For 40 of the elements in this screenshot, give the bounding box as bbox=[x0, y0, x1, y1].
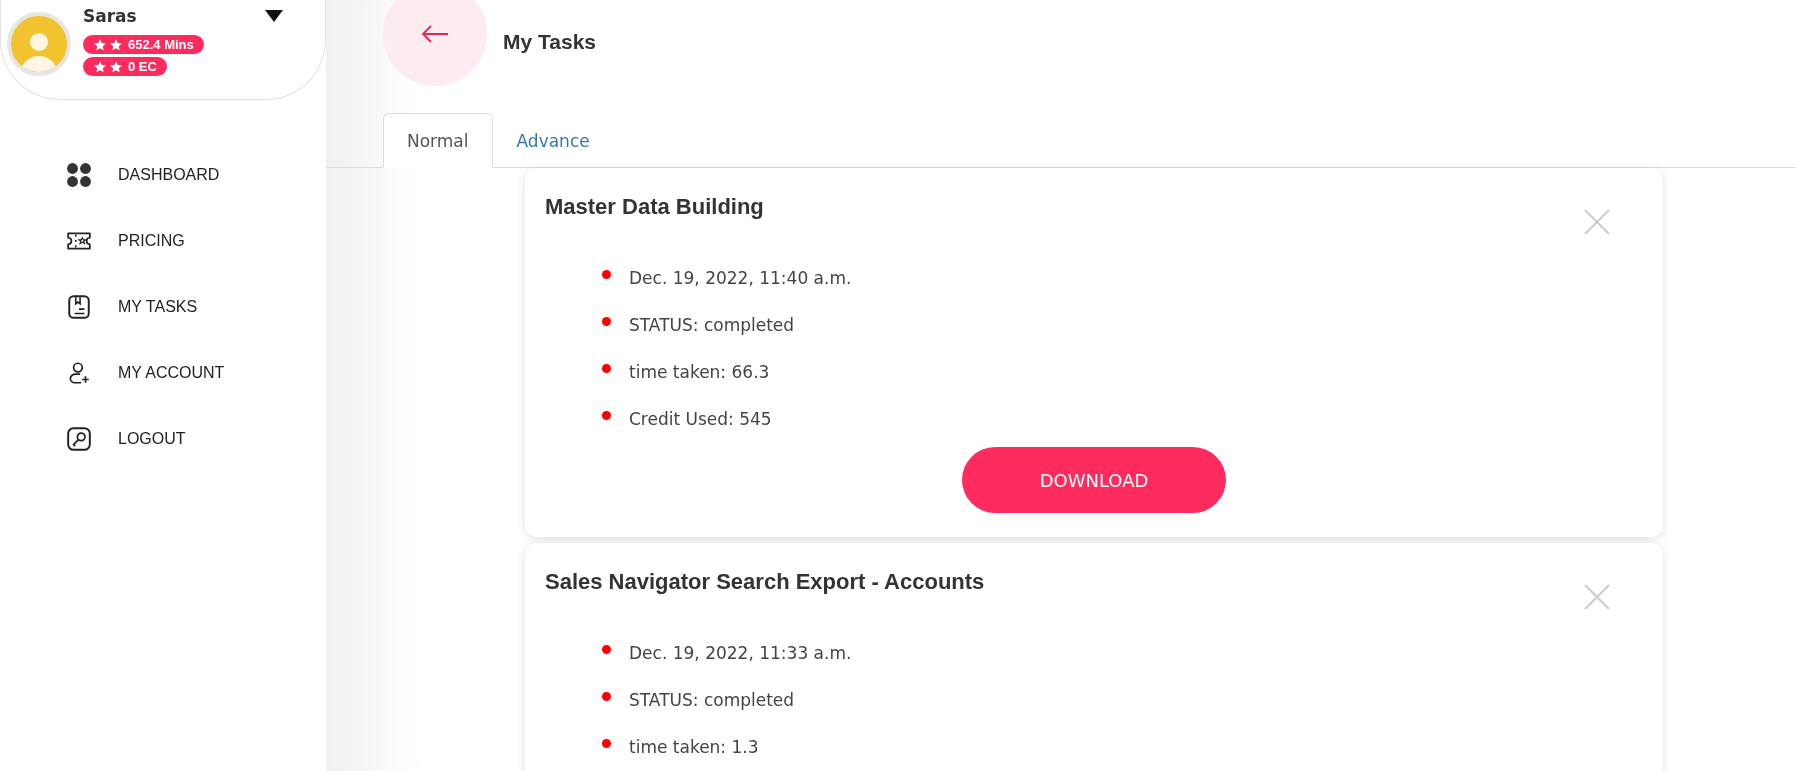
nav-item[interactable]: PRICING bbox=[66, 228, 326, 254]
task-title: Sales Navigator Search Export - Accounts bbox=[545, 569, 986, 595]
close-icon[interactable] bbox=[1583, 208, 1611, 236]
user-name: Saras bbox=[83, 6, 137, 26]
credit-badge: 652.4 Mins bbox=[83, 35, 204, 54]
nav-item[interactable]: DASHBOARD bbox=[66, 162, 326, 188]
task-detail: time taken: 1.3 bbox=[629, 737, 759, 757]
task-detail: Dec. 19, 2022, 11:40 a.m. bbox=[629, 268, 852, 288]
star-icon bbox=[109, 59, 123, 74]
caret-icon[interactable] bbox=[265, 10, 283, 22]
account-icon bbox=[66, 360, 92, 386]
star-icon bbox=[109, 37, 123, 52]
tasks-icon bbox=[66, 294, 92, 320]
bullet-dot bbox=[602, 270, 611, 279]
bullet-dot bbox=[602, 411, 611, 420]
close-icon[interactable] bbox=[1583, 583, 1611, 611]
nav-item[interactable]: MY ACCOUNT bbox=[66, 360, 326, 386]
task-title: Master Data Building bbox=[545, 194, 765, 220]
bullet-dot bbox=[602, 364, 611, 373]
task-detail: STATUS: completed bbox=[629, 690, 795, 710]
tab[interactable]: Advance bbox=[492, 113, 614, 168]
task-detail: STATUS: completed bbox=[629, 315, 795, 335]
arrow-left-icon bbox=[420, 24, 450, 44]
task-detail: Credit Used: 545 bbox=[629, 409, 772, 429]
bullet-dot bbox=[602, 645, 611, 654]
task-detail: time taken: 66.3 bbox=[629, 362, 770, 382]
credit-badge: 0 EC bbox=[83, 57, 167, 76]
page-title: My Tasks bbox=[503, 30, 596, 54]
download-button[interactable]: DOWNLOAD bbox=[962, 447, 1226, 513]
tab[interactable]: Normal bbox=[383, 113, 493, 168]
task-detail: Dec. 19, 2022, 11:33 a.m. bbox=[629, 643, 852, 663]
key-icon bbox=[66, 426, 92, 452]
bullet-dot bbox=[602, 739, 611, 748]
bullet-dot bbox=[602, 692, 611, 701]
nav-item[interactable]: LOGOUT bbox=[66, 426, 326, 452]
bullet-dot bbox=[602, 317, 611, 326]
star-icon bbox=[93, 59, 107, 74]
star-icon bbox=[93, 37, 107, 52]
grid-icon bbox=[66, 162, 92, 188]
nav-item[interactable]: MY TASKS bbox=[66, 294, 326, 320]
